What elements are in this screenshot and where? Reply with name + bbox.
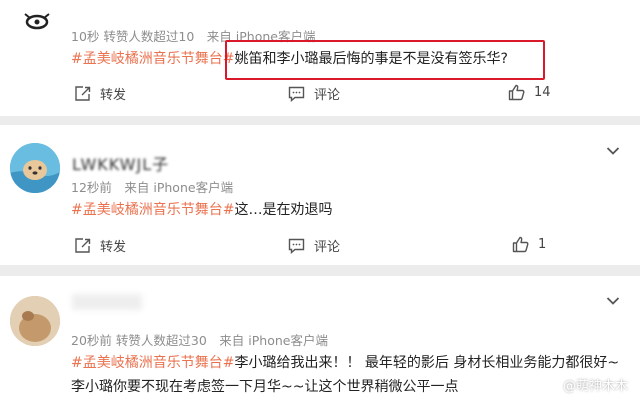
comment-text-line2: 李小璐你要不现在考虑签一下月华~~让这个世界稍微公平一点 (71, 379, 459, 395)
comment-meta: 20秒前 转赞人数超过30 来自 iPhone客户端 (71, 333, 328, 348)
thumbs-up-icon (512, 236, 529, 253)
chevron-down-icon[interactable] (606, 296, 620, 306)
comment-meta: 12秒前 来自 iPhone客户端 (71, 180, 234, 195)
repost-icon (75, 86, 91, 101)
avatar[interactable] (10, 143, 60, 193)
topic-link[interactable]: #孟美岐橘洲音乐节舞台# (71, 202, 234, 218)
comment-label: 评论 (314, 240, 341, 255)
repost-button[interactable]: 转发 (74, 84, 126, 103)
like-count: 14 (534, 85, 551, 100)
thumbs-up-icon (508, 84, 525, 101)
repost-icon (75, 238, 91, 253)
comment-text: #孟美岐橘洲音乐节舞台#这…是在劝退吗 (71, 199, 332, 219)
comment-card-1: 10秒 转赞人数超过10 来自 iPhone客户端 #孟美岐橘洲音乐节舞台#姚笛… (0, 0, 640, 116)
chevron-down-icon[interactable] (606, 146, 620, 156)
username-redacted (72, 294, 142, 310)
avatar[interactable] (22, 10, 52, 34)
camera-icon (545, 379, 559, 391)
like-button[interactable]: 1 (512, 236, 546, 253)
highlight-box (225, 40, 545, 80)
like-button[interactable]: 14 (508, 84, 551, 101)
comment-button[interactable]: 评论 (288, 236, 340, 255)
comment-label: 评论 (314, 88, 341, 103)
like-count: 1 (538, 237, 547, 252)
repost-label: 转发 (100, 240, 127, 255)
comment-content: 李小璐给我出来！！ 最年轻的影后 身材长相业务能力都很好~ (234, 355, 620, 371)
watermark-text: @萌神木木 (562, 379, 628, 394)
comment-button[interactable]: 评论 (288, 84, 340, 103)
repost-button[interactable]: 转发 (74, 236, 126, 255)
comment-icon (288, 86, 305, 102)
topic-link[interactable]: #孟美岐橘洲音乐节舞台# (71, 355, 234, 371)
comment-content: 这…是在劝退吗 (234, 202, 333, 218)
avatar[interactable] (10, 296, 60, 346)
comment-card-2: LWKKWJL子 12秒前 来自 iPhone客户端 #孟美岐橘洲音乐节舞台#这… (0, 125, 640, 265)
comment-text: #孟美岐橘洲音乐节舞台#李小璐给我出来！！ 最年轻的影后 身材长相业务能力都很好… (71, 352, 619, 372)
comment-icon (288, 238, 305, 254)
username[interactable]: LWKKWJL子 (72, 151, 169, 175)
watermark: @萌神木木 (545, 375, 628, 394)
topic-link[interactable]: #孟美岐橘洲音乐节舞台# (71, 51, 234, 67)
repost-label: 转发 (100, 88, 127, 103)
